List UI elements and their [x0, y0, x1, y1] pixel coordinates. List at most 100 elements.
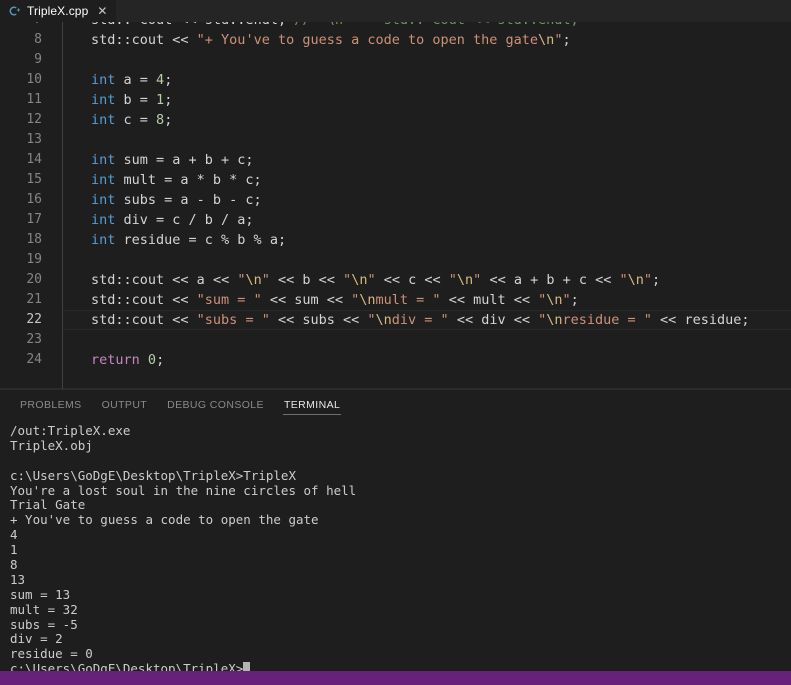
code-line-19[interactable]: 19	[0, 250, 791, 270]
token-op: <<	[651, 312, 685, 328]
terminal-line: You're a lost soul in the nine circles o…	[10, 482, 357, 498]
code-line-10[interactable]: 10 int a = 4;	[0, 70, 791, 90]
terminal-line: + You've to guess a code to open the gat…	[10, 512, 319, 528]
code-line-17[interactable]: 17 int div = c / b / a;	[0, 210, 791, 230]
panel-tab-problems[interactable]: PROBLEMS	[10, 390, 92, 419]
token-kw: int	[91, 232, 116, 248]
line-number: 9	[34, 52, 42, 67]
terminal-output[interactable]: /out:TripleX.exe TripleX.obj c:\Users\GoD…	[0, 419, 791, 671]
token-op: <<	[172, 292, 197, 308]
token-op: <<	[481, 272, 514, 288]
token-plain: c	[115, 112, 140, 128]
line-number: 21	[26, 292, 42, 307]
token-op: <<	[424, 272, 449, 288]
code-line-7[interactable]: 7std:: cout << std::endl; // "\n" = std:…	[0, 22, 791, 30]
code-line-13[interactable]: 13	[0, 130, 791, 150]
code-line-18[interactable]: 18 int residue = c % b % a;	[0, 230, 791, 250]
token-plain: ;	[164, 92, 173, 108]
code-line-text: std::cout << a << "\n" << b << "\n" << c…	[62, 270, 791, 290]
token-op: =	[139, 92, 157, 108]
terminal-line: subs = -5	[10, 616, 78, 632]
code-line-text: int residue = c % b % a;	[62, 230, 791, 250]
token-str: "	[367, 272, 376, 288]
status-bar[interactable]	[0, 671, 791, 685]
editor-tab-bar: TripleX.cpp ✕	[0, 0, 791, 22]
token-plain: subs = a - b - c;	[115, 192, 262, 208]
token-plain: ;	[164, 112, 173, 128]
vscode-window: TripleX.cpp ✕ 7std:: cout << std::endl; …	[0, 0, 791, 685]
panel-tab-debug-console[interactable]: DEBUG CONSOLE	[157, 390, 274, 419]
token-str: "	[619, 272, 628, 288]
line-number: 16	[26, 192, 42, 207]
code-line-text: int sum = a + b + c;	[62, 150, 791, 170]
editor-bottom-divider	[0, 388, 791, 389]
code-line-text: std::cout << "sum = " << sum << "\nmult …	[62, 290, 791, 310]
line-number: 15	[26, 172, 42, 187]
terminal-line: TripleX.obj	[10, 437, 93, 453]
token-plain: ;	[164, 72, 173, 88]
terminal-line: sum = 13	[10, 586, 71, 602]
token-plain: b	[115, 92, 140, 108]
token-str: "	[448, 272, 457, 288]
code-line-21[interactable]: 21 std::cout << "sum = " << sum << "\nmul…	[0, 290, 791, 310]
token-op: =	[139, 72, 157, 88]
token-plain: c	[408, 272, 425, 288]
code-line-22[interactable]: 22 std::cout << "subs = " << subs << "\nd…	[0, 310, 791, 330]
code-editor[interactable]: 7std:: cout << std::endl; // "\n" = std:…	[0, 22, 791, 389]
code-line-23[interactable]: 23	[0, 330, 791, 350]
token-plain: subs	[302, 312, 343, 328]
terminal-line: 4	[10, 527, 18, 543]
code-line-15[interactable]: 15 int mult = a * b * c;	[0, 170, 791, 190]
terminal-line: mult = 32	[10, 601, 78, 617]
line-number: 13	[26, 132, 42, 147]
panel-tab-terminal[interactable]: TERMINAL	[274, 390, 350, 419]
code-line-8[interactable]: 8 std::cout << "+ You've to guess a code …	[0, 30, 791, 50]
code-line-14[interactable]: 14 int sum = a + b + c;	[0, 150, 791, 170]
code-line-text: int mult = a * b * c;	[62, 170, 791, 190]
line-number: 17	[26, 212, 42, 227]
token-esc: \n	[245, 272, 262, 288]
terminal-line: residue = 0	[10, 646, 93, 662]
cpp-file-icon	[9, 5, 21, 17]
code-line-11[interactable]: 11 int b = 1;	[0, 90, 791, 110]
token-kw: int	[91, 212, 116, 228]
token-op: <<	[212, 272, 238, 288]
token-ctl: return	[91, 352, 140, 368]
code-line-12[interactable]: 12 int c = 8;	[0, 110, 791, 130]
token-kw: int	[91, 152, 116, 168]
close-icon[interactable]: ✕	[97, 5, 107, 17]
token-plain: a	[196, 272, 213, 288]
editor-tab-triplex-cpp[interactable]: TripleX.cpp ✕	[0, 0, 118, 22]
code-line-text: std:: cout << std::endl; // "\n" = std::…	[62, 22, 791, 30]
terminal-line: div = 2	[10, 631, 63, 647]
line-number: 24	[26, 352, 42, 367]
token-str: "	[261, 272, 270, 288]
token-op: <<	[269, 312, 303, 328]
token-esc: \n	[546, 312, 563, 328]
token-plain: ;	[570, 292, 579, 308]
line-number: 23	[26, 332, 42, 347]
token-plain: ;	[156, 352, 165, 368]
code-line-9[interactable]: 9	[0, 50, 791, 70]
code-line-text: int c = 8;	[62, 110, 791, 130]
panel-tab-output[interactable]: OUTPUT	[92, 390, 158, 419]
terminal-line: /out:TripleX.exe	[10, 423, 131, 438]
token-plain: sum = a + b + c;	[115, 152, 254, 168]
token-kw: int	[91, 172, 116, 188]
code-line-24[interactable]: 24 return 0;	[0, 350, 791, 370]
code-line-20[interactable]: 20 std::cout << a << "\n" << b << "\n" <<…	[0, 270, 791, 290]
bottom-panel: PROBLEMS OUTPUT DEBUG CONSOLE TERMINAL /out…	[0, 389, 791, 671]
token-str: residue = "	[562, 312, 652, 328]
code-line-16[interactable]: 16 int subs = a - b - c;	[0, 190, 791, 210]
editor-tab-label: TripleX.cpp	[27, 4, 89, 18]
code-line-text: int div = c / b / a;	[62, 210, 791, 230]
token-esc: \n	[546, 292, 563, 308]
terminal-line: 13	[10, 571, 26, 587]
token-plain: residue = c % b % a;	[115, 232, 287, 248]
token-plain: std::endl;	[205, 22, 294, 28]
terminal-prompt: c:\Users\GoDgE\Desktop\TripleX>	[10, 661, 244, 671]
token-esc: \n	[351, 272, 368, 288]
line-number: 7	[0, 22, 62, 30]
token-str: mult = "	[375, 292, 441, 308]
